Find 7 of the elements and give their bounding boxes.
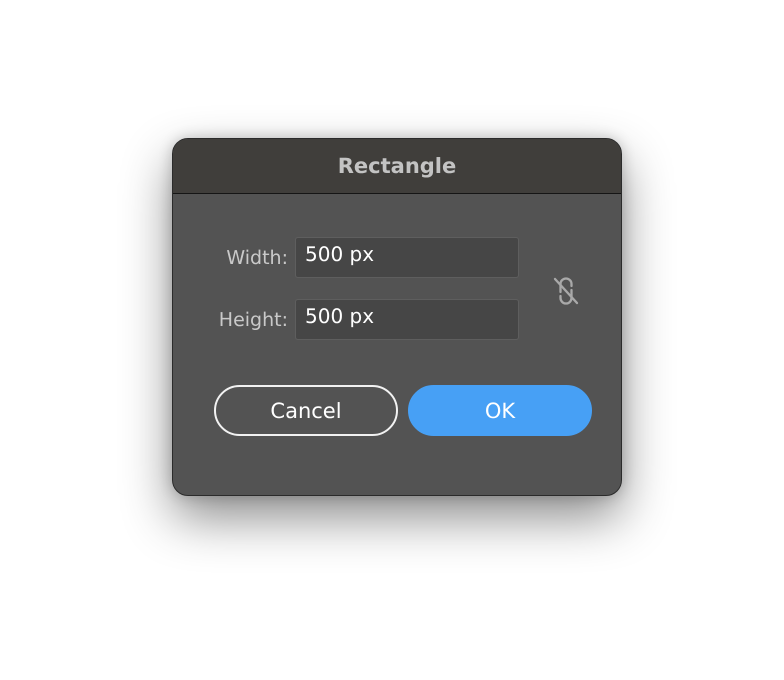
input-field[interactable]: 500 px: [295, 299, 519, 340]
window-title: Rectangle: [338, 154, 456, 178]
cancel-button[interactable]: Cancel: [214, 385, 398, 436]
input-field[interactable]: 500 px: [295, 237, 519, 278]
field-label: Width:: [226, 246, 288, 268]
field-label: Height:: [218, 308, 288, 330]
unlink-icon[interactable]: [552, 276, 580, 306]
